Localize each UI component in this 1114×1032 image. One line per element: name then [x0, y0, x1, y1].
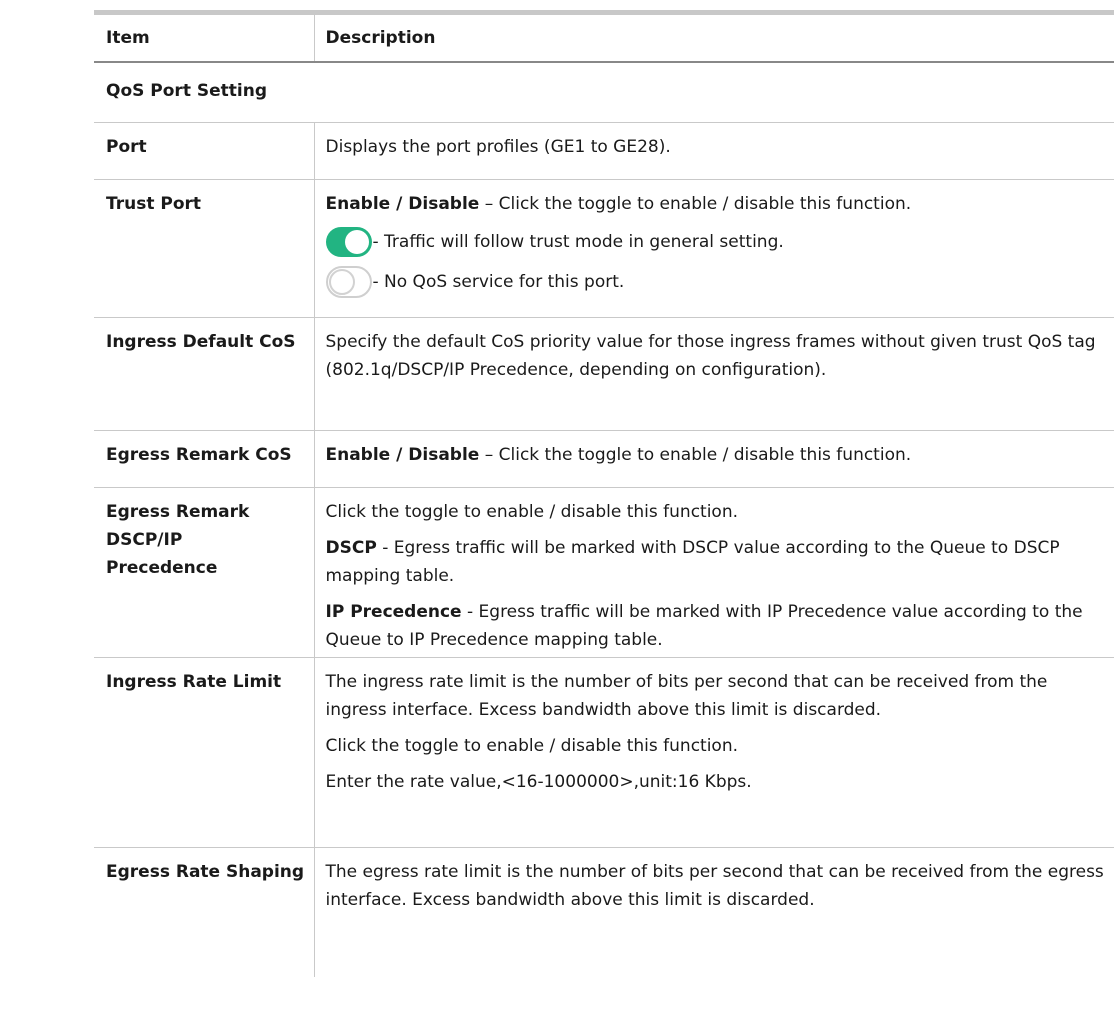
ingress-rate-line-3: Enter the rate value,<16-1000000>,unit:1… — [325, 771, 752, 792]
toggle-off-icon — [325, 265, 372, 298]
table-row: Port Displays the port profiles (GE1 to … — [94, 122, 1114, 180]
ip-precedence-label: IP Precedence — [325, 601, 462, 622]
section-title: QoS Port Setting — [94, 62, 1114, 123]
table-row: Egress Remark DSCP/IP Precedence Click t… — [94, 487, 1114, 658]
dscp-label: DSCP — [325, 537, 377, 558]
egress-dscp-line-1: Click the toggle to enable / disable thi… — [325, 501, 739, 522]
row-desc-egress-rate-shaping: The egress rate limit is the number of b… — [313, 847, 1114, 977]
section-row: QoS Port Setting — [94, 62, 1114, 123]
description-table: Item Description QoS Port Setting Port D… — [94, 15, 1114, 977]
row-desc-ingress-default-cos: Specify the default CoS priority value f… — [313, 317, 1114, 431]
egress-dscp-line-3: IP Precedence - Egress traffic will be m… — [326, 598, 1111, 654]
trust-enable-line: Enable / Disable – Click the toggle to e… — [326, 190, 1111, 218]
toggle-on-icon — [325, 226, 372, 257]
ingress-rate-line-2: Click the toggle to enable / disable thi… — [325, 735, 739, 756]
table-row: Ingress Default CoS Specify the default … — [94, 317, 1114, 431]
ingress-rate-line-1: The ingress rate limit is the number of … — [325, 671, 1048, 720]
toggle-off-text: - No QoS service for this port. — [372, 271, 625, 292]
row-item-egress-rate-shaping: Egress Rate Shaping — [106, 861, 305, 882]
toggle-off-row: - No QoS service for this port. — [325, 264, 1111, 300]
toggle-on-row: - Traffic will follow trust mode in gene… — [325, 224, 1111, 260]
table-row: Egress Rate Shaping The egress rate limi… — [94, 847, 1114, 977]
row-item-egress-remark-dscp: Egress Remark DSCP/IP Precedence — [94, 487, 314, 658]
row-item-port: Port — [94, 122, 314, 180]
enable-disable-label: Enable / Disable — [325, 444, 480, 465]
row-item-trust-port: Trust Port — [94, 179, 314, 318]
row-item-egress-remark-cos: Egress Remark CoS — [94, 430, 314, 488]
row-desc-egress-remark-dscp: Click the toggle to enable / disable thi… — [313, 487, 1114, 658]
row-desc-egress-remark-cos: Enable / Disable – Click the toggle to e… — [313, 430, 1114, 488]
table-row: Trust Port Enable / Disable – Click the … — [94, 179, 1114, 318]
table-row: Egress Remark CoS Enable / Disable – Cli… — [94, 430, 1114, 488]
dscp-text: - Egress traffic will be marked with DSC… — [325, 537, 1060, 586]
enable-disable-label: Enable / Disable — [325, 193, 480, 214]
row-item-ingress-default-cos: Ingress Default CoS — [94, 317, 314, 431]
trust-enable-text: – Click the toggle to enable / disable t… — [479, 193, 912, 214]
table-row: Ingress Rate Limit The ingress rate limi… — [94, 657, 1114, 848]
header-description: Description — [313, 15, 1114, 63]
header-item: Item — [94, 15, 314, 63]
toggle-on-text: - Traffic will follow trust mode in gene… — [372, 231, 784, 252]
egress-dscp-line-2: DSCP - Egress traffic will be marked wit… — [326, 534, 1111, 590]
table-header-row: Item Description — [94, 15, 1114, 63]
row-desc-trust-port: Enable / Disable – Click the toggle to e… — [313, 179, 1114, 318]
row-desc-ingress-rate-limit: The ingress rate limit is the number of … — [313, 657, 1114, 848]
row-item-ingress-rate-limit: Ingress Rate Limit — [94, 657, 314, 848]
row-desc-port: Displays the port profiles (GE1 to GE28)… — [313, 122, 1114, 180]
egress-cos-text: – Click the toggle to enable / disable t… — [479, 444, 912, 465]
